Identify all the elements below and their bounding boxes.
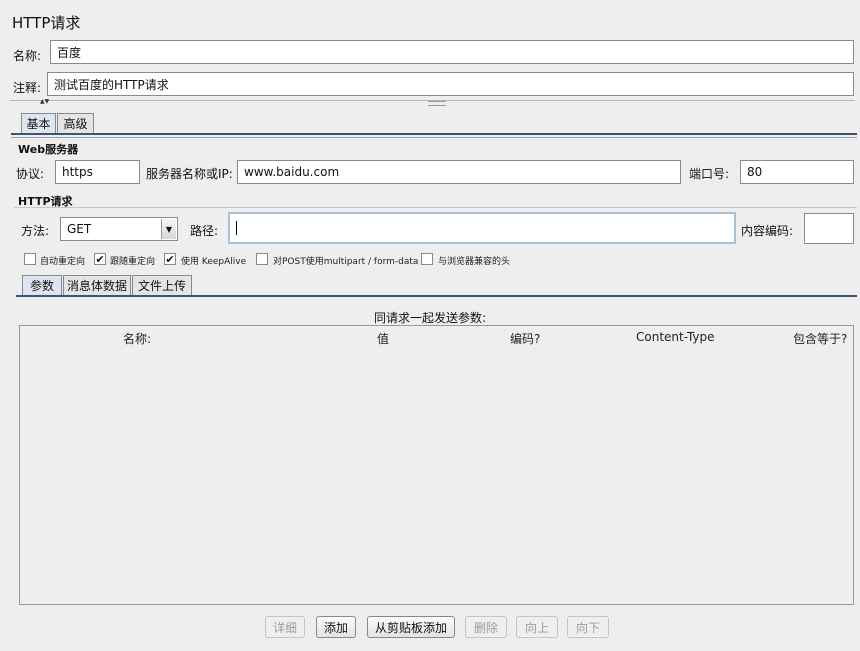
column-header-include-equals[interactable]: 包含等于? — [793, 330, 847, 347]
tab-advanced-label: 高级 — [63, 117, 88, 131]
encoding-field[interactable] — [804, 213, 854, 244]
tab-parameters-label: 参数 — [29, 279, 54, 293]
detail-button[interactable]: 详细 — [265, 616, 305, 638]
divider-grip-icon[interactable] — [428, 101, 446, 106]
move-up-button[interactable]: 向上 — [516, 616, 558, 638]
method-select[interactable]: GET ▼ — [60, 217, 178, 241]
name-field[interactable]: 百度 — [50, 40, 854, 64]
subtab-separator — [16, 295, 857, 297]
port-label: 端口号: — [689, 167, 730, 181]
follow-redirect-label: 跟随重定向 — [110, 257, 156, 267]
column-header-content-type[interactable]: Content-Type — [636, 330, 715, 344]
comment-label: 注释: — [13, 81, 42, 95]
server-label: 服务器名称或IP: — [146, 167, 233, 181]
delete-button[interactable]: 删除 — [465, 616, 507, 638]
tab-body-data[interactable]: 消息体数据 — [63, 275, 131, 295]
encoding-label: 内容编码: — [741, 224, 794, 238]
move-down-button[interactable]: 向下 — [567, 616, 609, 638]
follow-redirect-checkbox[interactable]: ✔ — [94, 253, 106, 265]
protocol-field[interactable]: https — [55, 160, 140, 184]
params-caption: 同请求一起发送参数: — [373, 311, 487, 325]
http-section-line — [14, 207, 857, 208]
multipart-label: 对POST使用multipart / form-data — [273, 257, 419, 267]
web-server-title: Web服务器 — [18, 143, 79, 156]
keepalive-label: 使用 KeepAlive — [181, 257, 247, 267]
add-button[interactable]: 添加 — [316, 616, 356, 638]
name-label: 名称: — [13, 49, 42, 63]
params-table[interactable] — [19, 325, 854, 605]
column-header-name[interactable]: 名称: — [123, 330, 151, 347]
path-label: 路径: — [190, 224, 219, 238]
check-icon: ✔ — [95, 252, 105, 266]
protocol-label: 协议: — [16, 167, 45, 181]
tab-separator — [11, 133, 857, 135]
tab-file-upload[interactable]: 文件上传 — [132, 275, 192, 295]
method-label: 方法: — [21, 224, 50, 238]
path-field[interactable] — [228, 212, 736, 244]
add-from-clipboard-button[interactable]: 从剪贴板添加 — [367, 616, 455, 638]
keepalive-checkbox[interactable]: ✔ — [164, 253, 176, 265]
tab-parameters[interactable]: 参数 — [22, 275, 62, 295]
check-icon: ✔ — [165, 252, 175, 266]
method-select-value: GET — [67, 222, 92, 236]
chevron-down-icon[interactable]: ▼ — [161, 219, 176, 239]
port-field[interactable]: 80 — [740, 160, 854, 184]
tab-body-data-label: 消息体数据 — [66, 279, 127, 293]
tab-separator-thin — [11, 137, 857, 138]
tab-basic-label: 基本 — [26, 117, 51, 131]
port-field-value: 80 — [747, 165, 763, 179]
auto-redirect-label: 自动重定向 — [40, 257, 86, 267]
column-header-value[interactable]: 值 — [377, 330, 389, 347]
tab-file-upload-label: 文件上传 — [137, 279, 186, 293]
browser-headers-checkbox[interactable] — [421, 253, 433, 265]
text-caret — [236, 221, 237, 235]
divider-arrows-icon[interactable]: ▲▼ — [40, 98, 49, 105]
name-field-value: 百度 — [57, 45, 82, 60]
server-field-value: www.baidu.com — [244, 165, 340, 179]
auto-redirect-checkbox[interactable] — [24, 253, 36, 265]
tab-advanced[interactable]: 高级 — [57, 113, 94, 133]
protocol-field-value: https — [62, 165, 93, 179]
server-field[interactable]: www.baidu.com — [237, 160, 681, 184]
column-header-encode[interactable]: 编码? — [510, 330, 540, 347]
browser-headers-label: 与浏览器兼容的头 — [438, 257, 511, 267]
multipart-checkbox[interactable] — [256, 253, 268, 265]
comment-field-value: 测试百度的HTTP请求 — [54, 77, 169, 92]
tab-basic[interactable]: 基本 — [21, 113, 56, 133]
comment-field[interactable]: 测试百度的HTTP请求 — [47, 72, 854, 96]
panel-title: HTTP请求 — [12, 14, 81, 32]
